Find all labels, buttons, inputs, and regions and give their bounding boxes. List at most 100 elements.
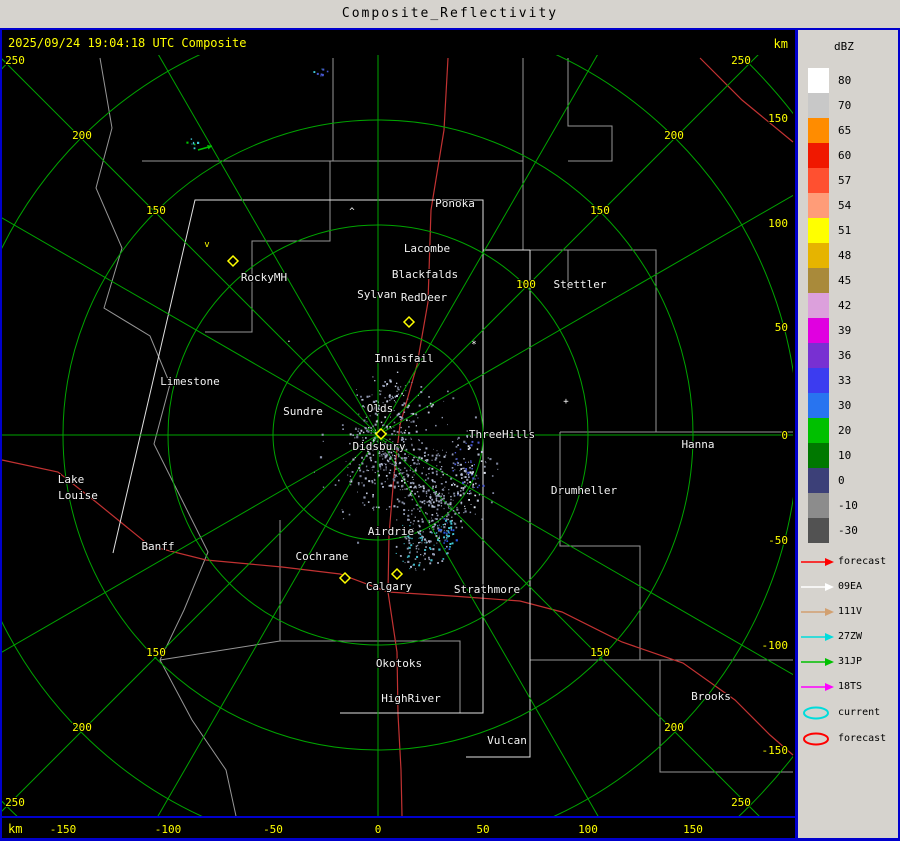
- radar-application-window: Composite_Reflectivity + *. ^ v Ponoka Lacomb…: [0, 0, 900, 841]
- echo-pixel: [431, 498, 434, 501]
- echo-pixel: [361, 482, 363, 484]
- echo-pixel: [470, 461, 472, 463]
- echo-pixel: [386, 453, 388, 455]
- echo-pixel: [361, 399, 363, 401]
- radar-map-canvas[interactable]: + *. ^ v Ponoka Lacombe Blackfalds Sylvan RedDee…: [0, 28, 795, 841]
- dbz-value-label: 80: [838, 74, 852, 87]
- echo-pixel: [438, 529, 440, 531]
- echo-pixel: [417, 417, 419, 419]
- echo-pixel: [451, 516, 453, 518]
- echo-pixel: [398, 454, 400, 456]
- echo-pixel: [443, 518, 445, 520]
- echo-pixel: [450, 529, 453, 531]
- echo-pixel: [415, 456, 417, 458]
- echo-pixel: [436, 532, 438, 534]
- dbz-color-swatch: [808, 243, 829, 268]
- echo-pixel: [477, 453, 480, 456]
- city-label: HighRiver: [381, 692, 441, 705]
- echo-pixel: [455, 539, 458, 542]
- echo-pixel: [423, 452, 426, 454]
- echo-pixel: [418, 404, 421, 407]
- echo-pixel: [437, 525, 439, 527]
- echo-pixel: [385, 475, 388, 477]
- legend-entry-111V-2: 111V: [798, 603, 898, 627]
- echo-pixel: [403, 502, 406, 505]
- echo-pixel: [460, 501, 463, 504]
- echo-pixel: [474, 513, 476, 515]
- point-marker: *: [471, 340, 476, 350]
- echo-pixel: [440, 505, 442, 507]
- echo-pixel: [443, 531, 446, 534]
- echo-pixel: [472, 483, 475, 486]
- echo-pixel: [455, 526, 458, 529]
- echo-pixel: [444, 523, 446, 525]
- dbz-scale-entry: 20: [798, 418, 898, 443]
- echo-pixel: [386, 383, 389, 385]
- echo-pixel: [460, 468, 463, 470]
- echo-pixel: [471, 472, 474, 475]
- echo-pixel: [454, 512, 457, 515]
- echo-pixel: [436, 542, 438, 544]
- echo-pixel: [412, 543, 414, 545]
- echo-pixel: [406, 547, 409, 550]
- ring-distance-label: 250: [5, 796, 25, 809]
- echo-pixel: [440, 483, 443, 485]
- echo-pixel: [421, 472, 423, 475]
- echo-pixel: [448, 548, 451, 550]
- echo-pixel: [393, 485, 396, 488]
- echo-pixel: [402, 560, 404, 562]
- echo-pixel: [438, 540, 441, 542]
- echo-pixel: [468, 476, 470, 478]
- dbz-scale-entry: 70: [798, 93, 898, 118]
- echo-pixel: [366, 395, 369, 398]
- echo-pixel: [393, 455, 396, 457]
- echo-pixel: [448, 527, 450, 529]
- echo-pixel: [403, 509, 406, 512]
- legend-label: 18TS: [838, 681, 863, 692]
- echo-pixel: [430, 405, 433, 408]
- echo-pixel: [403, 457, 404, 459]
- echo-pixel: [451, 506, 453, 508]
- x-axis-label: 0: [375, 823, 382, 836]
- echo-pixel: [419, 449, 421, 451]
- y-axis-label: 50: [775, 321, 788, 334]
- echo-pixel: [320, 73, 323, 76]
- echo-pixel: [428, 473, 430, 475]
- echo-pixel: [412, 412, 415, 415]
- echo-pixel: [388, 506, 391, 508]
- echo-pixel: [417, 520, 420, 523]
- echo-pixel: [399, 461, 402, 464]
- city-label: Limestone: [160, 375, 220, 388]
- echo-pixel: [408, 404, 410, 407]
- echo-pixel: [440, 499, 443, 502]
- echo-pixel: [413, 520, 415, 522]
- echo-pixel: [450, 526, 453, 529]
- echo-pixel: [319, 456, 323, 459]
- echo-pixel: [418, 495, 420, 498]
- echo-pixel: [421, 520, 424, 523]
- dbz-scale-entry: 0: [798, 468, 898, 493]
- echo-pixel: [463, 458, 465, 460]
- echo-pixel: [372, 469, 374, 471]
- echo-pixel: [379, 465, 381, 467]
- dbz-scale-title: dBZ: [834, 40, 854, 53]
- echo-pixel: [438, 500, 441, 503]
- echo-pixel: [423, 555, 425, 557]
- echo-pixel: [433, 505, 436, 508]
- echo-pixel: [397, 393, 399, 395]
- echo-pixel: [321, 433, 324, 436]
- echo-pixel: [448, 507, 450, 509]
- echo-pixel: [481, 518, 483, 520]
- echo-pixel: [372, 494, 374, 496]
- echo-pixel: [463, 476, 465, 478]
- echo-pixel: [449, 543, 452, 545]
- echo-pixel: [389, 380, 392, 383]
- echo-pixel: [442, 558, 445, 560]
- dbz-color-swatch: [808, 168, 829, 193]
- dbz-scale-entry: 30: [798, 393, 898, 418]
- dbz-scale-entry: 42: [798, 293, 898, 318]
- echo-pixel: [447, 512, 449, 514]
- echo-pixel: [402, 489, 404, 491]
- city-label: Drumheller: [551, 484, 618, 497]
- echo-pixel: [405, 390, 407, 392]
